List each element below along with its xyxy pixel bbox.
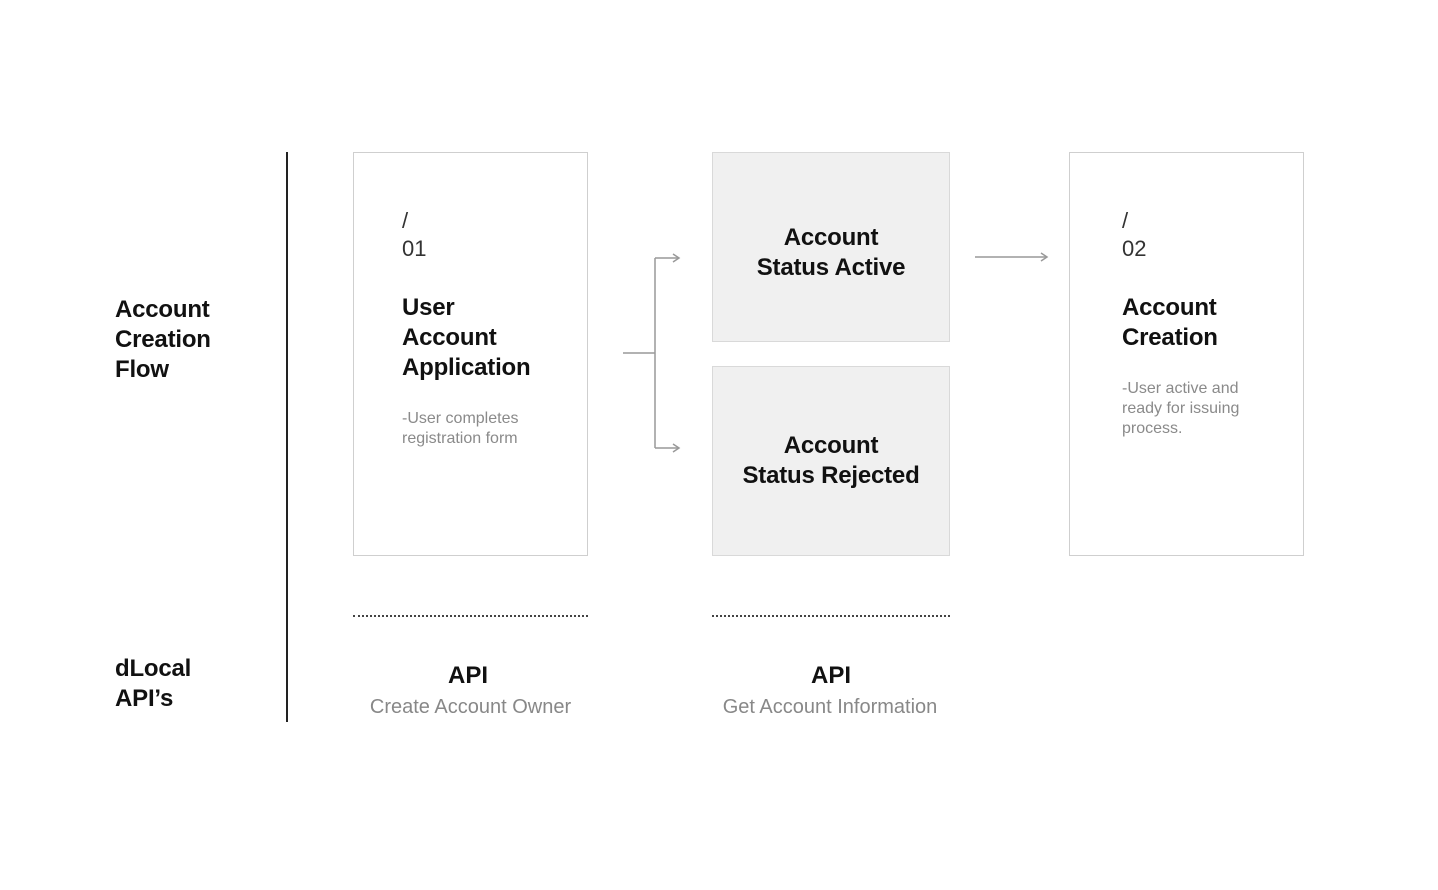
- flow-connectors: [623, 252, 1049, 453]
- api-title-get-account-information: API: [810, 662, 851, 689]
- api-name-create-account-owner: Create Account Owner: [369, 696, 572, 718]
- api-name-get-account-information: Get Account Information: [722, 696, 938, 718]
- api-title-create-account-owner: API: [447, 662, 488, 689]
- api-separator-1: [353, 615, 588, 617]
- api-separator-2: [712, 615, 950, 617]
